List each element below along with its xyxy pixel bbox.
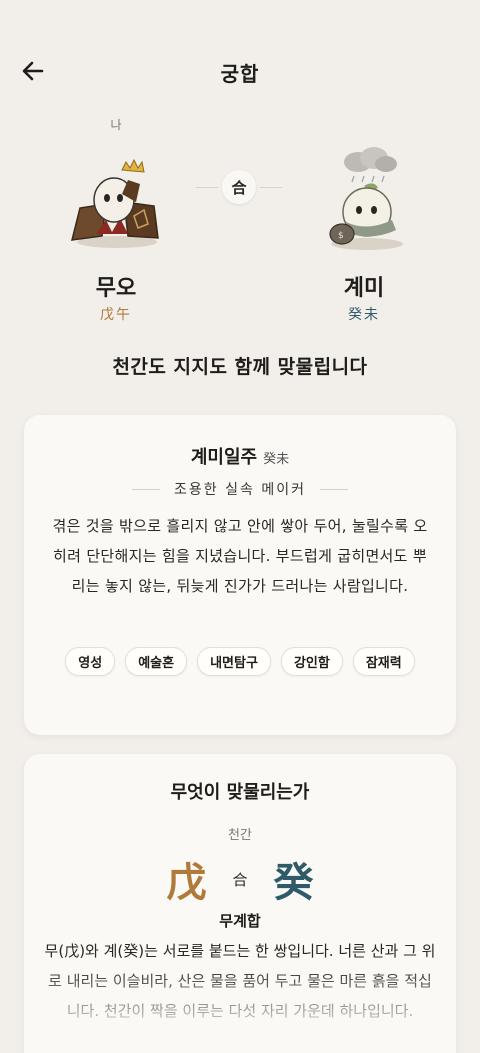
- character-muo-illustration: [71, 158, 159, 248]
- ilju-tags: 영성 예술혼 내면탐구 강인함 잠재력: [64, 647, 416, 676]
- tag-chip: 강인함: [280, 647, 343, 676]
- page-title: 궁합: [220, 62, 260, 86]
- connector-line-left: [196, 187, 218, 188]
- stem-right: 癸: [273, 859, 314, 906]
- match-section-label: 천간: [228, 828, 252, 843]
- subtitle-line-left: [132, 488, 161, 490]
- header: 궁합: [0, 0, 480, 140]
- right-person-hanja: 癸未: [348, 307, 380, 323]
- hap-badge: 合: [222, 170, 256, 204]
- connector-line-right: [260, 187, 282, 188]
- ilju-card-title-row: 계미일주 癸未: [24, 443, 456, 469]
- subtitle-line-right: [319, 488, 348, 490]
- ilju-subtitle: 조용한 실속 메이커: [174, 482, 306, 498]
- match-card-title: 무엇이 맞물리는가: [170, 782, 310, 803]
- left-person-hanja: 戊午: [100, 307, 132, 323]
- combo-name: 무계합: [219, 912, 261, 930]
- left-person-name: 무오: [95, 276, 137, 301]
- right-person-name: 계미: [343, 276, 385, 301]
- ilju-card: 계미일주 癸未 조용한 실속 메이커 겪은 것을 밖으로 흘리지 않고 안에 쌓아…: [24, 415, 456, 735]
- stem-row: 戊 合 癸: [24, 850, 456, 908]
- stem-hap: 合: [232, 870, 248, 889]
- tag-chip: 영성: [65, 647, 116, 676]
- tag-chip: 예술혼: [125, 647, 188, 676]
- fade-overlay: [24, 964, 456, 1053]
- ilju-description: 겪은 것을 밖으로 흘리지 않고 안에 쌓아 두어, 눌릴수록 오히려 단단해지…: [52, 517, 428, 595]
- relation-summary: 천간도 지지도 함께 맞물립니다: [112, 356, 368, 378]
- stem-left: 戊: [166, 859, 207, 906]
- ilju-card-title-hanja: 癸未: [263, 452, 290, 467]
- tag-chip: 내면탐구: [197, 647, 271, 676]
- ilju-subtitle-row: 조용한 실속 메이커: [24, 479, 456, 499]
- tag-chip: 잠재력: [352, 647, 415, 676]
- match-card: 무엇이 맞물리는가 천간 戊 合 癸 무계합 무(戊)와 계(癸)는 서로를 붙…: [24, 754, 456, 1053]
- ilju-card-title: 계미일주: [190, 447, 258, 468]
- me-label: 나: [110, 118, 122, 132]
- character-gyemi-illustration: $: [329, 147, 403, 250]
- svg-text:$: $: [338, 231, 344, 241]
